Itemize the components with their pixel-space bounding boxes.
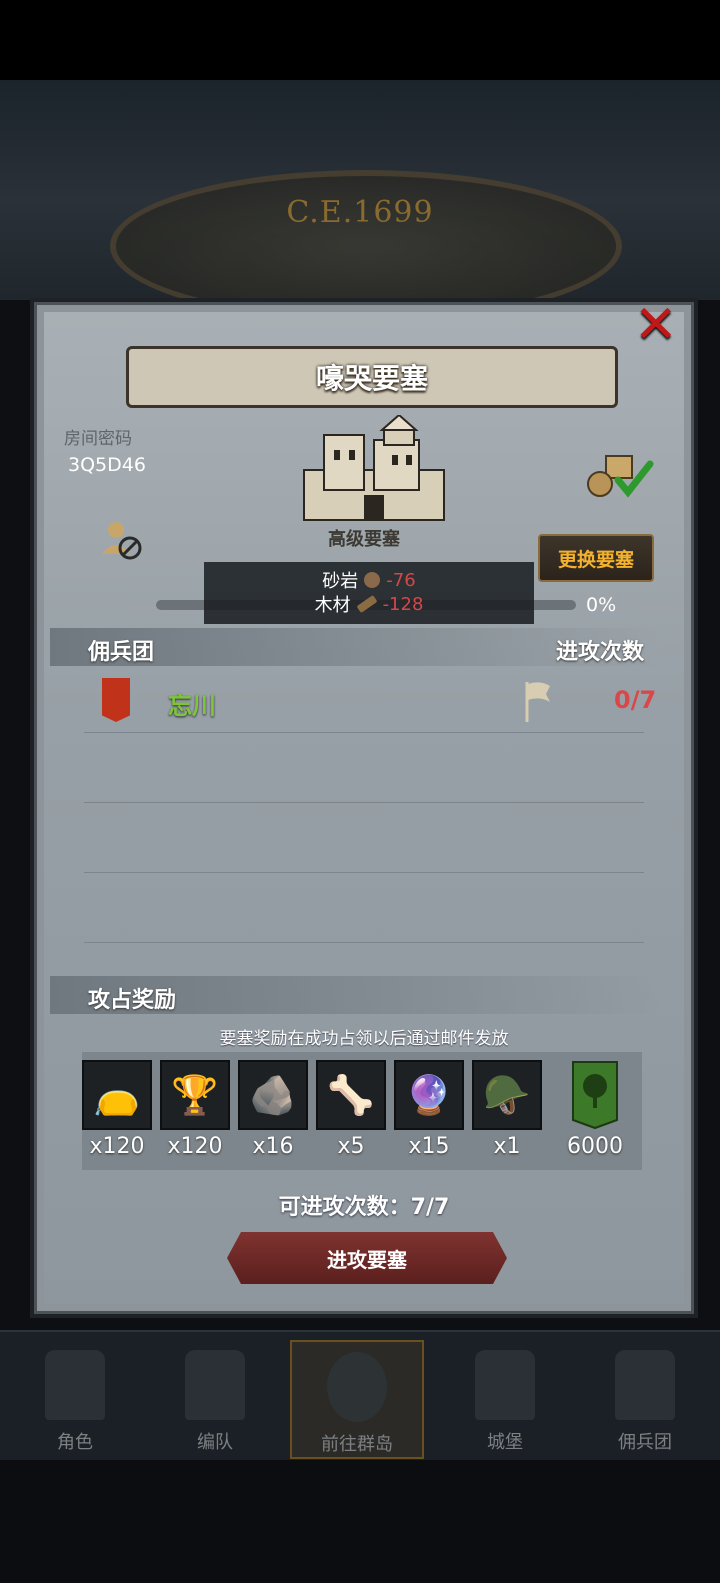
reward-qty: 6000 [567,1134,623,1159]
nav-mercenary-label: 佣兵团 [618,1432,672,1453]
reward-item[interactable]: 🏆 x120 [160,1060,230,1159]
dialog-title: 嚎哭要塞 [315,362,428,395]
nav-islands-label: 前往群岛 [321,1434,393,1455]
remaining-attempts: 可进攻次数：7/7 [278,1195,450,1220]
sack-icon: 👝 [82,1060,152,1130]
reward-qty: x5 [337,1134,365,1159]
reward-qty: x120 [167,1134,223,1159]
horn-icon: 🦴 [316,1060,386,1130]
room-code-value: 3Q5D46 [68,454,146,476]
reward-item[interactable]: 🔮 x15 [394,1060,464,1159]
fortress-castle-icon [294,413,454,525]
reward-qty: x120 [89,1134,145,1159]
nav-mercenary[interactable]: 佣兵团 [580,1340,710,1455]
helmet-medal-icon: 🪖 [472,1060,542,1130]
rewards-note: 要塞奖励在成功占领以后通过邮件发放 [219,1029,509,1049]
room-code-label: 房间密码 [64,429,132,449]
rewards-section-title: 攻占奖励 [88,988,177,1013]
list-divider [84,872,644,873]
ore-icon: 🪨 [238,1060,308,1130]
list-divider [84,732,644,733]
cost-wood-label: 木材 [314,595,351,616]
goblet-icon: 🏆 [160,1060,230,1130]
nav-formation[interactable]: 编队 [150,1340,280,1455]
status-bar [0,0,720,80]
tree-banner-icon [560,1060,630,1130]
castle-icon [475,1350,535,1420]
reward-qty: x15 [408,1134,450,1159]
nav-role-label: 角色 [57,1432,93,1453]
mercenary-banner-icon [102,678,130,722]
era-label: C.E.1699 [286,195,434,230]
mercenary-section-title: 佣兵团 [88,640,155,665]
purple-crystal-icon: 🔮 [394,1060,464,1130]
reward-qty: x16 [252,1134,294,1159]
helmet-icon [185,1350,245,1420]
nav-formation-label: 编队 [197,1432,233,1453]
capture-progress-percent: 0% [586,594,617,616]
cost-wood-value: -128 [382,593,424,615]
ship-icon [615,1350,675,1420]
reward-qty: x1 [493,1134,521,1159]
knight-icon [45,1350,105,1420]
dialog-title-bar: 嚎哭要塞 [126,346,618,408]
reward-item[interactable]: 👝 x120 [82,1060,152,1159]
reward-item[interactable]: 6000 [560,1060,630,1159]
cost-sandstone-value: -76 [386,569,416,591]
list-divider [84,802,644,803]
cost-row-sandstone: 砂岩 -76 [204,568,534,593]
list-divider [84,942,644,943]
rewards-list: 👝 x120 🏆 x120 🪨 x16 🦴 x5 🔮 x15 🪖 x1 6000 [82,1052,642,1170]
reward-item[interactable]: 🦴 x5 [316,1060,386,1159]
wood-icon [356,594,378,614]
change-fortress-button[interactable]: 更换要塞 [538,534,654,582]
nav-islands[interactable]: 前往群岛 [290,1340,424,1459]
attack-fortress-button[interactable]: 进攻要塞 [227,1232,507,1284]
sandstone-icon [364,572,381,588]
nav-role[interactable]: 角色 [10,1340,140,1455]
flag-icon [524,680,552,722]
mercenary-name[interactable]: 忘川 [168,686,216,721]
cost-sandstone-label: 砂岩 [322,571,359,592]
reward-item[interactable]: 🪖 x1 [472,1060,542,1159]
compass-icon [327,1352,387,1422]
close-icon[interactable]: ✕ [634,299,680,351]
attempts-column-title: 进攻次数 [555,640,644,665]
resources-check-icon[interactable] [584,450,654,500]
dialog-body: 嚎哭要塞 房间密码 3Q5D46 高级要塞 更换要塞 0% 砂岩 -76 木材 … [44,312,684,1304]
reward-item[interactable]: 🪨 x16 [238,1060,308,1159]
cost-row-wood: 木材 -128 [204,592,534,617]
nav-castle[interactable]: 城堡 [440,1340,570,1455]
nav-castle-label: 城堡 [487,1432,523,1453]
cost-tooltip: 砂岩 -76 木材 -128 [204,562,534,624]
fortress-dialog: 嚎哭要塞 房间密码 3Q5D46 高级要塞 更换要塞 0% 砂岩 -76 木材 … [30,298,698,1318]
rewards-section-header: 攻占奖励 [50,976,660,1014]
bottom-safe-area [0,1460,720,1583]
mercenary-attempts: 0/7 [614,686,657,714]
